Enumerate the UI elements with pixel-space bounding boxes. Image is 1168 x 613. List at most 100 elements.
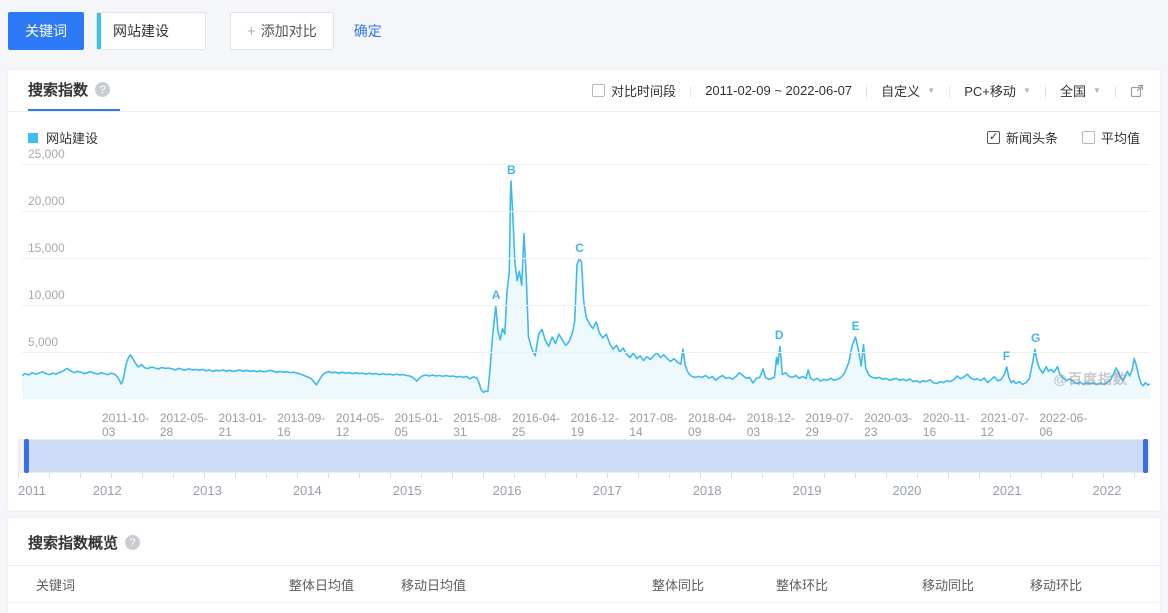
keyword-input[interactable]: 网站建设	[96, 12, 206, 50]
tab-search-index[interactable]: 搜索指数 ?	[28, 70, 120, 111]
col-overall-yoy: 整体同比	[466, 575, 704, 594]
peak-marker-D: D	[775, 328, 784, 342]
peak-marker-F: F	[1003, 349, 1010, 363]
date-range-picker[interactable]: 2011-02-09 ~ 2022-06-07	[705, 83, 852, 98]
custom-range-select[interactable]: 自定义 ▼	[881, 81, 935, 100]
table-row: 网站建设 3,014 1,352 - - - -	[8, 603, 1160, 613]
peak-marker-G: G	[1031, 331, 1040, 345]
add-compare-label: 添加对比	[261, 21, 317, 41]
chevron-down-icon: ▼	[927, 86, 935, 95]
open-in-new-icon[interactable]	[1130, 84, 1144, 98]
x-axis-tick-label: 2011-10-03	[102, 411, 160, 431]
col-keyword: 关键词	[36, 575, 286, 594]
col-mobile-avg: 移动日均值	[354, 575, 466, 594]
overview-header: 搜索指数概览 ?	[8, 532, 1160, 566]
slider-right-handle[interactable]	[1143, 439, 1148, 473]
col-overall-avg: 整体日均值	[286, 575, 354, 594]
slider-ticks	[18, 473, 1150, 478]
gridline	[22, 164, 1150, 165]
x-axis-tick-label: 2020-03-23	[864, 411, 923, 431]
y-axis-tick-label: 20,000	[28, 194, 65, 208]
x-axis-tick-label: 2015-08-31	[453, 411, 512, 431]
col-mobile-mom: 移动环比	[974, 575, 1082, 594]
divider: |	[1114, 84, 1117, 98]
x-axis-tick-label: 2016-04-25	[512, 411, 571, 431]
keyword-button[interactable]: 关键词	[8, 12, 84, 50]
legend-color-square	[28, 133, 38, 143]
compare-period-label: 对比时间段	[611, 81, 676, 100]
news-headlines-label: 新闻头条	[1006, 128, 1058, 147]
time-range-slider: 2011201220132014201520162017201820192020…	[18, 439, 1150, 502]
peak-marker-B: B	[507, 163, 516, 177]
tab-label: 搜索指数	[28, 79, 88, 100]
legend-label: 网站建设	[46, 128, 98, 147]
chevron-down-icon: ▼	[1093, 86, 1101, 95]
trend-chart[interactable]: @百度指数 5,00010,00015,00020,00025,000ABCDE…	[22, 151, 1150, 407]
slider-year-label: 2016	[493, 483, 522, 498]
region-label: 全国	[1060, 81, 1086, 100]
divider: |	[948, 84, 951, 98]
slider-year-label: 2013	[193, 483, 222, 498]
x-axis-tick-label: 2018-12-03	[747, 411, 806, 431]
x-axis-tick-label: 2014-05-12	[336, 411, 395, 431]
news-headlines-checkbox[interactable]: 新闻头条	[987, 128, 1058, 147]
confirm-link[interactable]: 确定	[354, 21, 382, 41]
overlay-toggles: 新闻头条 平均值	[987, 128, 1140, 147]
divider: |	[865, 84, 868, 98]
peak-marker-A: A	[492, 288, 501, 302]
gridline	[22, 352, 1150, 353]
x-axis-tick-label: 2017-08-14	[629, 411, 688, 431]
legend-item[interactable]: 网站建设	[28, 128, 98, 147]
gridline	[22, 305, 1150, 306]
x-axis-tick-label: 2013-01-21	[219, 411, 278, 431]
col-overall-mom: 整体环比	[704, 575, 828, 594]
toolbar: 关键词 网站建设 + 添加对比 确定	[0, 0, 1168, 62]
region-select[interactable]: 全国 ▼	[1060, 81, 1101, 100]
gridline	[22, 211, 1150, 212]
x-axis-tick-label: 2012-05-28	[160, 411, 219, 431]
watermark: @百度指数	[1053, 369, 1128, 389]
average-checkbox[interactable]: 平均值	[1082, 128, 1140, 147]
device-label: PC+移动	[964, 81, 1016, 100]
compare-period-checkbox[interactable]: 对比时间段	[592, 81, 676, 100]
slider-year-label: 2022	[1093, 483, 1122, 498]
help-icon[interactable]: ?	[125, 535, 140, 550]
slider-year-label: 2012	[93, 483, 122, 498]
table-header: 关键词 整体日均值 移动日均值 整体同比 整体环比 移动同比 移动环比	[8, 566, 1160, 603]
divider: |	[1044, 84, 1047, 98]
slider-year-label: 2017	[593, 483, 622, 498]
overview-panel: 搜索指数概览 ? 关键词 整体日均值 移动日均值 整体同比 整体环比 移动同比 …	[8, 518, 1160, 613]
divider: |	[689, 84, 692, 98]
series-area	[22, 151, 1150, 407]
keyword-color-tag	[97, 13, 101, 49]
overview-title: 搜索指数概览	[28, 532, 118, 553]
peak-marker-C: C	[575, 241, 584, 255]
slider-year-label: 2020	[892, 483, 921, 498]
x-axis-tick-label: 2020-11-16	[923, 411, 981, 431]
checkbox-icon	[592, 84, 605, 97]
slider-year-label: 2011	[18, 483, 46, 498]
slider-year-label: 2018	[693, 483, 722, 498]
average-label: 平均值	[1101, 128, 1140, 147]
x-axis-tick-label: 2022-06-06	[1039, 411, 1098, 431]
col-mobile-yoy: 移动同比	[828, 575, 974, 594]
x-axis-tick-label: 2015-01-05	[395, 411, 454, 431]
slider-year-label: 2021	[993, 483, 1022, 498]
custom-range-label: 自定义	[881, 81, 920, 100]
chevron-down-icon: ▼	[1023, 86, 1031, 95]
y-axis-tick-label: 5,000	[28, 335, 58, 349]
help-icon[interactable]: ?	[95, 82, 110, 97]
checkbox-icon	[1082, 131, 1095, 144]
x-axis-tick-label: 2019-07-29	[805, 411, 864, 431]
y-axis-tick-label: 15,000	[28, 241, 65, 255]
add-compare-button[interactable]: + 添加对比	[230, 12, 334, 50]
slider-left-handle[interactable]	[24, 439, 29, 473]
slider-year-label: 2019	[793, 483, 822, 498]
checkbox-checked-icon	[987, 131, 1000, 144]
device-select[interactable]: PC+移动 ▼	[964, 81, 1031, 100]
slider-track[interactable]	[18, 439, 1150, 473]
y-axis-tick-label: 25,000	[28, 147, 65, 161]
x-axis-tick-label: 2013-09-16	[277, 411, 336, 431]
slider-selected-range[interactable]	[28, 440, 1144, 472]
x-axis-tick-label: 2016-12-19	[571, 411, 630, 431]
